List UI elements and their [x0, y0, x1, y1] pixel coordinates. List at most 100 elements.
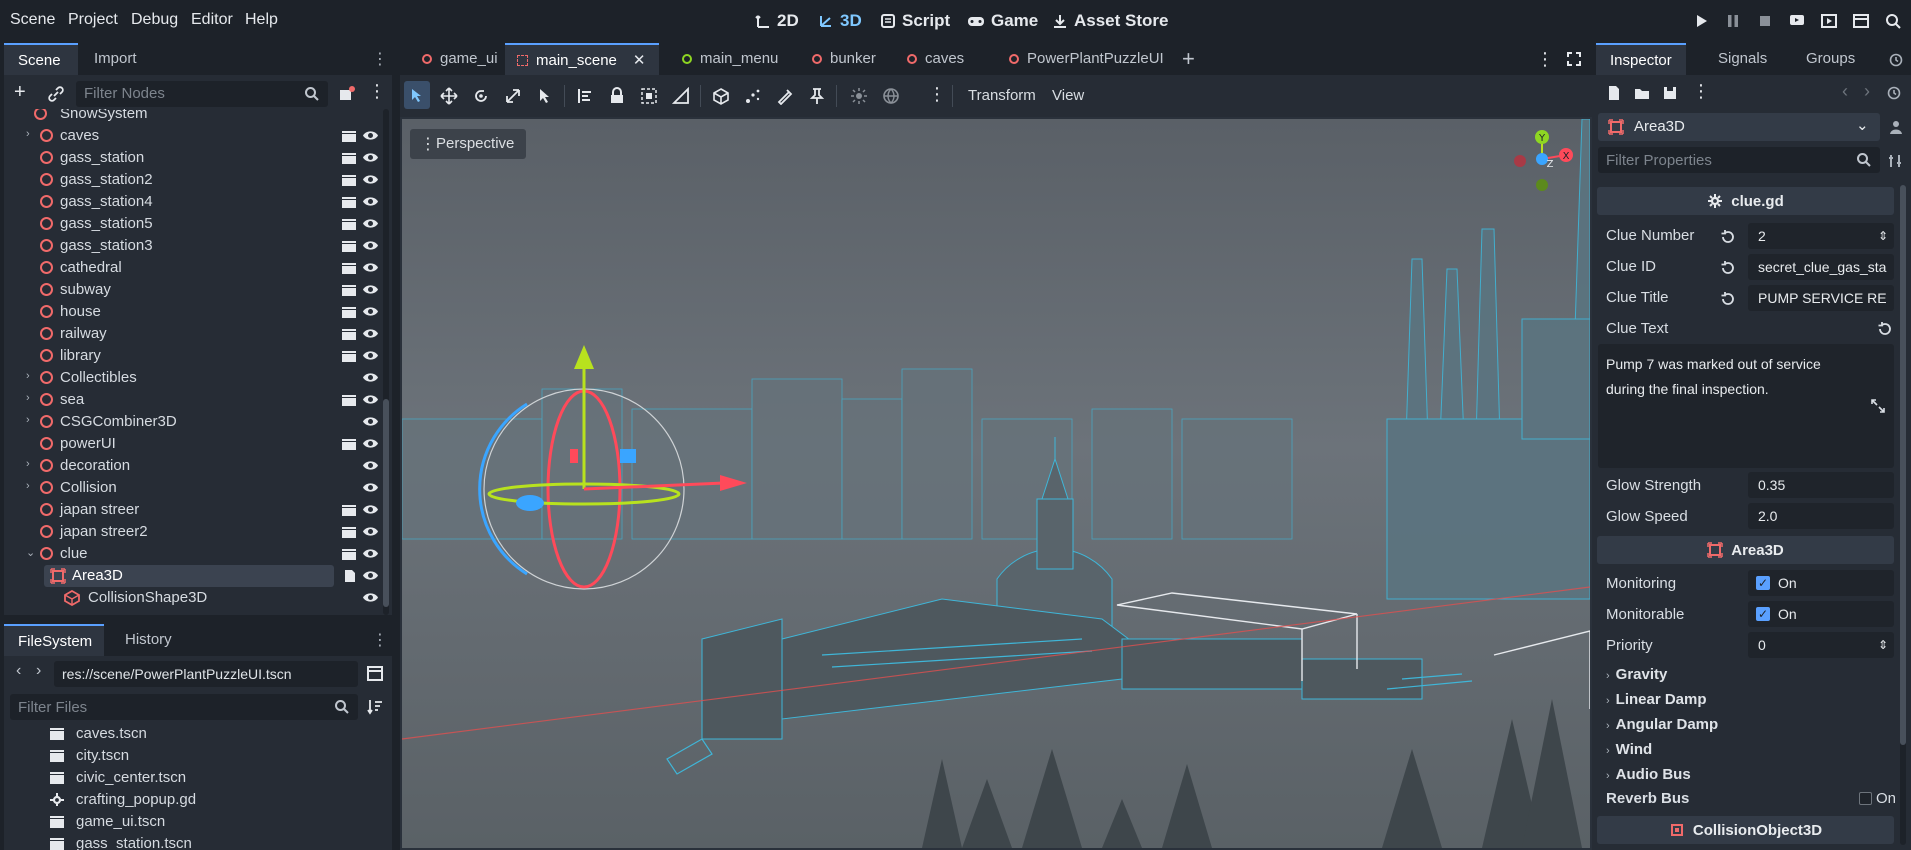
- visibility-eye-icon[interactable]: [362, 371, 379, 384]
- forward-icon[interactable]: ›: [36, 662, 41, 680]
- visibility-eye-icon[interactable]: [362, 591, 379, 604]
- object-history-icon[interactable]: [1886, 85, 1902, 101]
- transform-menu[interactable]: Transform: [968, 87, 1036, 104]
- select-mode-button[interactable]: [404, 81, 430, 109]
- tree-item[interactable]: house: [4, 301, 392, 323]
- ruler-icon[interactable]: [672, 87, 690, 105]
- tree-item[interactable]: gass_station: [4, 147, 392, 169]
- visibility-eye-icon[interactable]: [362, 327, 379, 340]
- menu-project[interactable]: Project: [68, 11, 118, 29]
- clue-text-area[interactable]: Pump 7 was marked out of service during …: [1598, 344, 1894, 468]
- documentation-icon[interactable]: [1888, 119, 1904, 135]
- tree-item[interactable]: › decoration: [4, 455, 392, 477]
- tree-item[interactable]: railway: [4, 323, 392, 345]
- menu-editor[interactable]: Editor: [191, 11, 233, 29]
- visibility-eye-icon[interactable]: [362, 239, 379, 252]
- open-scene-icon[interactable]: [341, 195, 357, 209]
- monitoring-checkbox[interactable]: ✓: [1756, 576, 1770, 590]
- tab-inspector[interactable]: Inspector: [1596, 43, 1686, 75]
- 3d-viewport[interactable]: ⋮ Perspective Y X Z: [400, 117, 1592, 850]
- revert-icon[interactable]: [1719, 260, 1735, 276]
- new-resource-icon[interactable]: [1606, 85, 1622, 101]
- sort-icon[interactable]: [366, 698, 384, 716]
- tab-groups[interactable]: Groups: [1792, 43, 1869, 75]
- visibility-eye-icon[interactable]: [362, 525, 379, 538]
- visibility-eye-icon[interactable]: [362, 283, 379, 296]
- visibility-eye-icon[interactable]: [362, 261, 379, 274]
- property-group[interactable]: › Audio Bus: [1606, 766, 1691, 783]
- scene-tree-menu-icon[interactable]: ⋮: [368, 81, 386, 102]
- tree-item[interactable]: subway: [4, 279, 392, 301]
- inspector-scrollbar-thumb[interactable]: [1900, 185, 1906, 745]
- menu-help[interactable]: Help: [245, 11, 278, 29]
- workspace-2d-button[interactable]: 2D: [755, 11, 799, 31]
- list-select-icon[interactable]: [536, 87, 554, 105]
- tree-item[interactable]: CollisionShape3D: [4, 587, 392, 609]
- rotate-tool-icon[interactable]: [472, 87, 490, 105]
- save-icon[interactable]: [1662, 85, 1678, 101]
- tree-item[interactable]: › Collision: [4, 477, 392, 499]
- tab-history[interactable]: History: [111, 624, 186, 656]
- distraction-free-icon[interactable]: [1566, 51, 1582, 67]
- movie-maker-icon[interactable]: [1884, 12, 1902, 30]
- priority-field[interactable]: 0 ⇕: [1748, 632, 1894, 658]
- sun-icon[interactable]: [850, 87, 868, 105]
- workspace-game-button[interactable]: Game: [967, 11, 1038, 31]
- revert-icon[interactable]: [1876, 321, 1892, 337]
- script-attached-icon[interactable]: [341, 569, 357, 583]
- clue-title-field[interactable]: PUMP SERVICE RE: [1748, 285, 1894, 311]
- tab-import[interactable]: Import: [80, 43, 151, 75]
- tree-item[interactable]: › CSGCombiner3D: [4, 411, 392, 433]
- revert-icon[interactable]: [1719, 291, 1735, 307]
- particles-icon[interactable]: [744, 87, 762, 105]
- open-scene-icon[interactable]: [341, 437, 357, 451]
- scene-tree-scrollbar-thumb[interactable]: [383, 399, 389, 607]
- open-scene-icon[interactable]: [341, 173, 357, 187]
- open-folder-icon[interactable]: [1634, 85, 1650, 101]
- remote-debug-icon[interactable]: [1788, 12, 1806, 30]
- property-group[interactable]: › Gravity: [1606, 666, 1667, 683]
- add-node-icon[interactable]: +: [14, 81, 26, 104]
- visibility-eye-icon[interactable]: [362, 393, 379, 406]
- visibility-eye-icon[interactable]: [362, 415, 379, 428]
- visibility-eye-icon[interactable]: [362, 173, 379, 186]
- monitorable-checkbox[interactable]: ✓: [1756, 607, 1770, 621]
- group-icon[interactable]: [640, 87, 658, 105]
- open-scene-icon[interactable]: [341, 217, 357, 231]
- tree-item[interactable]: japan streer2: [4, 521, 392, 543]
- node-selector[interactable]: Area3D ⌄: [1598, 113, 1880, 141]
- open-scene-icon[interactable]: [341, 129, 357, 143]
- visibility-eye-icon[interactable]: [362, 569, 379, 582]
- expand-icon[interactable]: [1870, 398, 1886, 414]
- tab-scene[interactable]: Scene: [4, 43, 78, 75]
- perspective-button[interactable]: ⋮ Perspective: [410, 129, 526, 159]
- filesystem-dock-menu-icon[interactable]: ⋮: [372, 630, 388, 650]
- play-icon[interactable]: [1692, 12, 1710, 30]
- tree-item-partial[interactable]: SnowSystem: [4, 109, 392, 125]
- menu-debug[interactable]: Debug: [131, 11, 178, 29]
- previous-object-icon[interactable]: ‹: [1842, 81, 1848, 102]
- viewport-menu-icon[interactable]: ⋮: [928, 84, 946, 105]
- view-menu[interactable]: View: [1052, 87, 1084, 104]
- script-section-header[interactable]: clue.gd: [1597, 187, 1894, 215]
- visibility-eye-icon[interactable]: [362, 305, 379, 318]
- scene-tab[interactable]: main_menu: [670, 43, 792, 75]
- paint-icon[interactable]: [776, 87, 794, 105]
- collapse-arrow-icon[interactable]: ⌄: [26, 546, 35, 559]
- pin-icon[interactable]: [808, 87, 826, 105]
- toggle-split-icon[interactable]: [366, 665, 384, 683]
- workspace-3d-button[interactable]: 3D: [818, 11, 862, 31]
- scene-tab[interactable]: caves: [895, 43, 978, 75]
- tools-icon[interactable]: [1888, 153, 1904, 169]
- filter-nodes-input[interactable]: Filter Nodes: [76, 81, 328, 107]
- history-icon[interactable]: [1888, 52, 1904, 68]
- workspace-asset-store-button[interactable]: Asset Store: [1052, 11, 1168, 31]
- add-scene-tab-icon[interactable]: +: [1182, 46, 1195, 72]
- glow-strength-field[interactable]: 0.35: [1748, 472, 1894, 498]
- open-scene-icon[interactable]: [341, 151, 357, 165]
- open-scene-icon[interactable]: [341, 525, 357, 539]
- monitoring-field[interactable]: ✓ On: [1748, 570, 1894, 596]
- visibility-eye-icon[interactable]: [362, 481, 379, 494]
- play-scene-icon[interactable]: [1820, 12, 1838, 30]
- orientation-gizmo[interactable]: Y X Z: [1502, 129, 1582, 209]
